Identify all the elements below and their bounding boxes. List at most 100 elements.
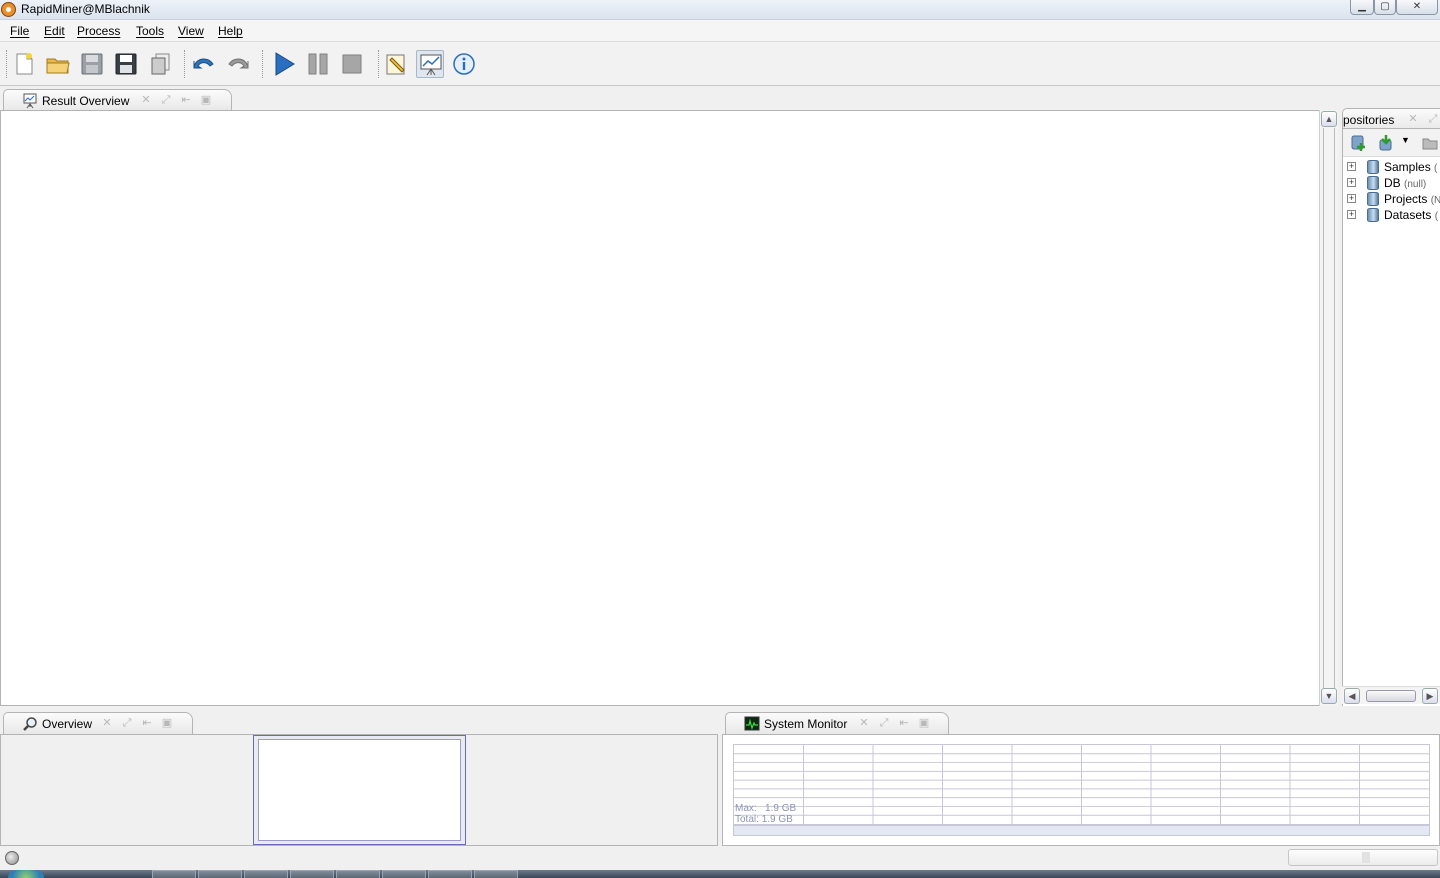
max-memory-value: 1.9 GB	[765, 803, 797, 814]
close-button[interactable]: ✕	[1396, 0, 1438, 15]
welcome-perspective-button[interactable]	[450, 50, 478, 78]
overview-viewport-frame[interactable]	[253, 735, 466, 845]
expand-icon[interactable]: +	[1347, 178, 1356, 187]
undo-button[interactable]	[190, 50, 218, 78]
repository-icon	[1367, 176, 1379, 190]
design-perspective-button[interactable]	[382, 50, 410, 78]
taskbar-button[interactable]	[244, 870, 288, 878]
result-overview-panel	[0, 110, 1338, 706]
total-memory-label: Total:	[735, 814, 759, 825]
pause-icon	[308, 53, 328, 75]
close-icon[interactable]: ✕	[858, 717, 870, 729]
run-button[interactable]	[270, 50, 298, 78]
maximize-button[interactable]: ▢	[1374, 0, 1396, 15]
pause-button[interactable]	[304, 50, 332, 78]
expand-icon[interactable]: +	[1347, 162, 1356, 171]
taskbar-button[interactable]	[336, 870, 380, 878]
taskbar-button[interactable]	[382, 870, 426, 878]
result-vertical-scrollbar[interactable]: ▲ ▼	[1319, 110, 1338, 706]
add-repository-icon[interactable]	[1349, 134, 1367, 152]
new-process-button[interactable]	[10, 50, 38, 78]
menu-view[interactable]: View	[178, 24, 204, 38]
tree-item-db[interactable]: + DB (null)	[1343, 175, 1440, 191]
stop-button[interactable]	[338, 50, 366, 78]
redo-arrow-icon	[228, 58, 249, 69]
system-monitor-panel: Max: 1.9 GB Total: 1.9 GB	[722, 734, 1440, 846]
toolbar-separator	[6, 50, 7, 78]
scroll-left-icon[interactable]: ◀	[1344, 688, 1360, 704]
maximize-icon[interactable]: ⤢	[1427, 113, 1439, 125]
detach-icon[interactable]: ▣	[161, 717, 173, 729]
tree-item-projects[interactable]: + Projects (N	[1343, 191, 1440, 207]
toolbar-separator	[378, 50, 379, 78]
undo-arrow-icon	[193, 58, 214, 69]
tab-result-overview[interactable]: Result Overview ✕ ⤢ ⇤ ▣	[3, 89, 232, 111]
close-icon[interactable]: ✕	[101, 717, 113, 729]
rapidminer-app-icon	[1, 2, 16, 17]
tab-label: positories	[1343, 113, 1395, 127]
open-process-button[interactable]	[44, 50, 72, 78]
menu-bar: File Edit Process Tools View Help	[0, 20, 1440, 42]
repository-location: (null)	[1404, 179, 1427, 190]
save-process-button[interactable]	[78, 50, 106, 78]
tab-system-monitor[interactable]: System Monitor ✕ ⤢ ⇤ ▣	[725, 712, 949, 734]
scroll-thumb[interactable]	[1366, 690, 1416, 702]
import-icon[interactable]	[1377, 134, 1395, 152]
folder-icon[interactable]	[1421, 134, 1439, 152]
taskbar-button[interactable]	[152, 870, 196, 878]
close-icon[interactable]: ✕	[140, 94, 152, 106]
minimize-icon[interactable]: ⇤	[180, 94, 192, 106]
repositories-panel: ▼ + Samples ( + DB (null) + Projects (N …	[1342, 128, 1440, 706]
minimize-icon[interactable]: ⇤	[141, 717, 153, 729]
max-memory-label: Max:	[735, 803, 757, 814]
maximize-icon[interactable]: ⤢	[160, 94, 172, 106]
max-memory-readout: Max: 1.9 GB	[735, 803, 796, 814]
save-as-button[interactable]	[112, 50, 140, 78]
maximize-icon[interactable]: ⤢	[878, 717, 890, 729]
expand-icon[interactable]: +	[1347, 210, 1356, 219]
taskbar-button[interactable]	[428, 870, 472, 878]
repositories-horizontal-scrollbar[interactable]: ◀ ▶	[1342, 686, 1440, 704]
redo-button[interactable]	[224, 50, 252, 78]
maximize-icon[interactable]: ⤢	[121, 717, 133, 729]
status-progress-bar	[1288, 849, 1438, 866]
menu-process[interactable]: Process	[77, 24, 120, 38]
tree-item-samples[interactable]: + Samples (	[1343, 159, 1440, 175]
repository-location: (	[1434, 211, 1439, 222]
close-icon[interactable]: ✕	[1407, 113, 1419, 125]
stop-icon	[342, 54, 362, 74]
play-icon	[275, 52, 295, 76]
copy-pages-icon	[151, 53, 170, 75]
menu-file[interactable]: File	[10, 24, 29, 38]
minimize-icon[interactable]: ⇤	[898, 717, 910, 729]
repositories-toolbar: ▼	[1343, 129, 1440, 157]
detach-icon[interactable]: ▣	[918, 717, 930, 729]
title-bar: RapidMiner@MBlachnik ▁ ▢ ✕	[0, 0, 1440, 20]
taskbar-button[interactable]	[198, 870, 242, 878]
minimize-button[interactable]: ▁	[1350, 0, 1374, 15]
scroll-right-icon[interactable]: ▶	[1422, 688, 1438, 704]
scroll-track[interactable]	[1323, 128, 1335, 688]
main-toolbar	[0, 42, 1440, 86]
repository-location: (	[1434, 163, 1438, 174]
repository-name: Datasets	[1384, 208, 1432, 222]
tab-repositories[interactable]: positories ✕ ⤢	[1342, 108, 1440, 130]
window-title: RapidMiner@MBlachnik	[21, 2, 150, 16]
taskbar-button[interactable]	[290, 870, 334, 878]
start-orb-icon[interactable]	[8, 870, 44, 878]
expand-icon[interactable]: +	[1347, 194, 1356, 203]
detach-icon[interactable]: ▣	[200, 94, 212, 106]
chevron-down-icon[interactable]: ▼	[1401, 135, 1410, 145]
menu-help[interactable]: Help	[218, 24, 243, 38]
menu-edit[interactable]: Edit	[44, 24, 65, 38]
menu-tools[interactable]: Tools	[136, 24, 164, 38]
repository-name: DB	[1384, 176, 1401, 190]
tree-item-datasets[interactable]: + Datasets (	[1343, 207, 1440, 223]
scroll-up-icon[interactable]: ▲	[1321, 111, 1337, 127]
export-button[interactable]	[146, 50, 174, 78]
result-perspective-button[interactable]	[416, 50, 444, 78]
scroll-down-icon[interactable]: ▼	[1321, 688, 1337, 704]
total-memory-readout: Total: 1.9 GB	[735, 814, 793, 825]
tab-overview[interactable]: Overview ✕ ⤢ ⇤ ▣	[3, 712, 193, 734]
taskbar-button[interactable]	[474, 870, 518, 878]
